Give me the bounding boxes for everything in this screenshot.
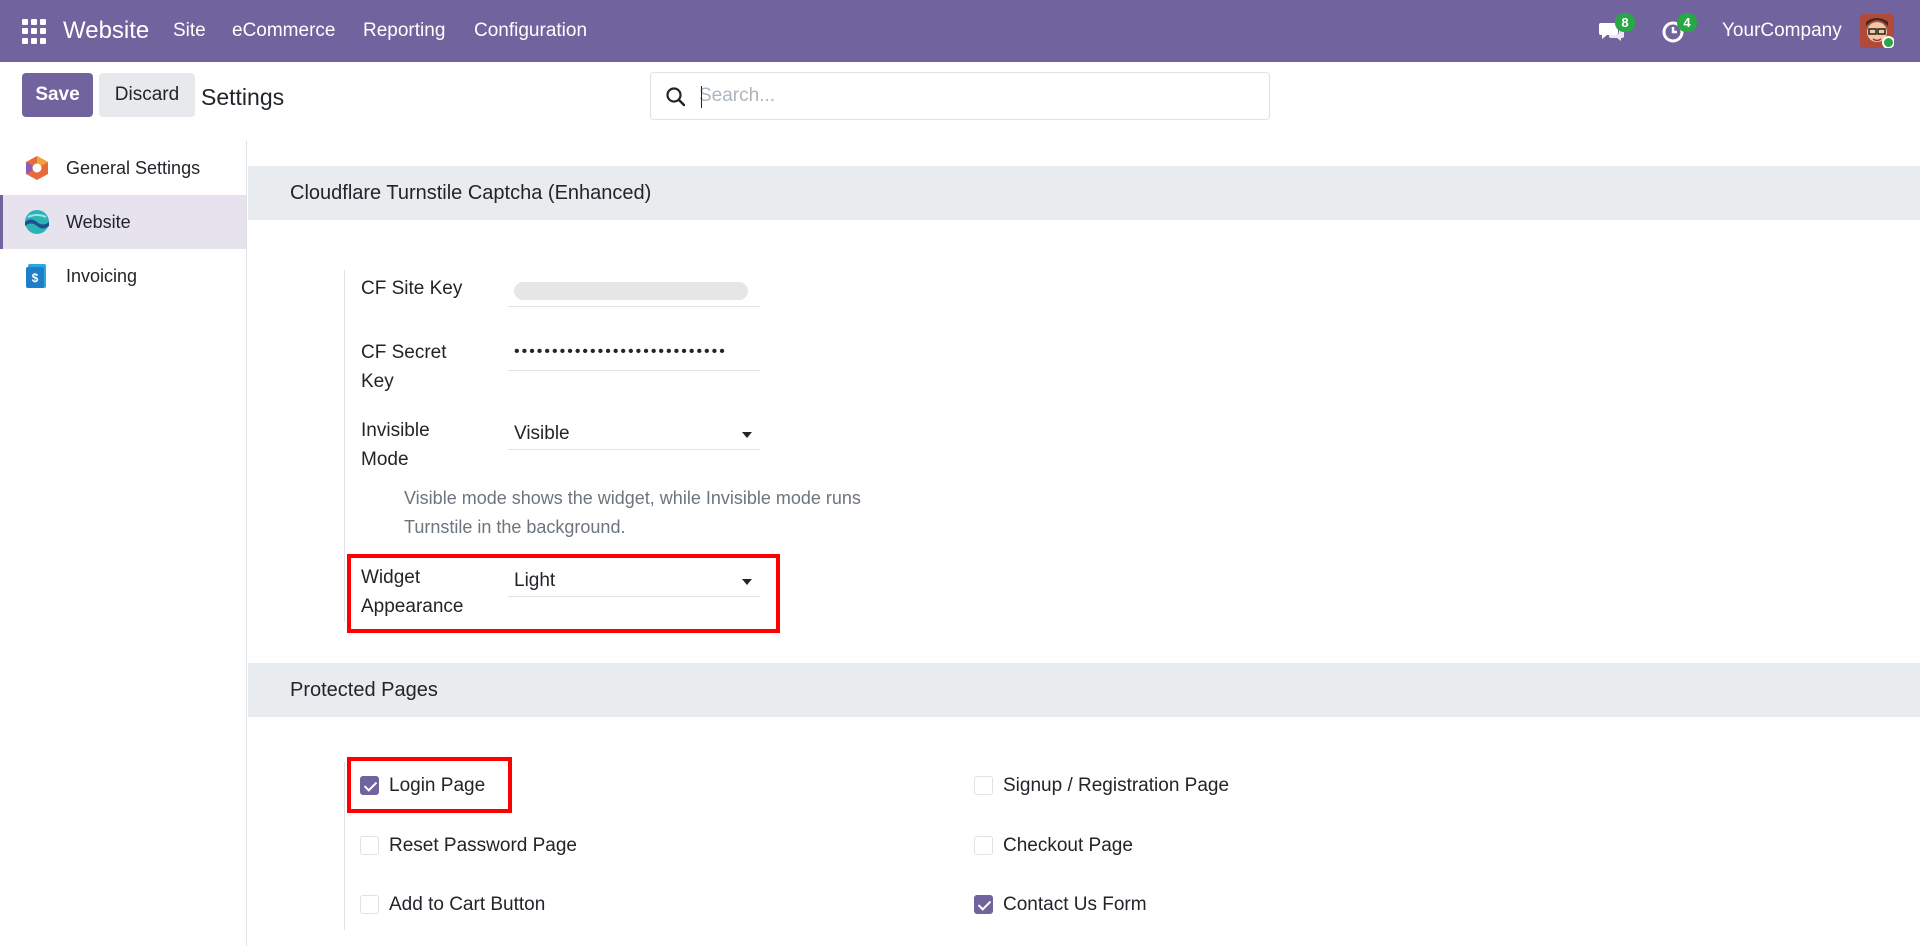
secret-key-value: •••••••••••••••••••••••••••• [514, 343, 727, 360]
invisible-mode-label: Invisible Mode [361, 416, 430, 474]
menu-configuration[interactable]: Configuration [474, 20, 587, 42]
contact-us-checkbox[interactable] [974, 895, 993, 914]
chevron-down-icon [742, 432, 752, 438]
sidebar-item-label: Invoicing [66, 265, 138, 286]
field-group-divider [344, 270, 345, 622]
apps-grid-icon[interactable] [22, 19, 47, 44]
user-avatar[interactable] [1860, 14, 1894, 48]
sidebar-item-general-settings[interactable]: General Settings [0, 141, 246, 195]
invoicing-app-icon: $ [26, 264, 46, 288]
secret-key-label-line2: Key [361, 371, 394, 392]
menu-site[interactable]: Site [173, 20, 206, 42]
invisible-mode-help: Visible mode shows the widget, while Inv… [404, 484, 924, 542]
captcha-section-header: Cloudflare Turnstile Captcha (Enhanced) [248, 166, 1920, 220]
invisible-mode-label-line1: Invisible [361, 420, 430, 441]
text-cursor [701, 86, 702, 108]
site-key-label: CF Site Key [361, 278, 463, 299]
help-text-line2: Turnstile in the background. [404, 517, 626, 537]
general-settings-icon [26, 156, 48, 180]
search-box[interactable] [650, 72, 1270, 120]
invisible-mode-label-line2: Mode [361, 449, 409, 470]
section-title: Protected Pages [290, 679, 438, 701]
checkout-page-label[interactable]: Checkout Page [1003, 835, 1133, 857]
site-key-blurred-value [514, 282, 748, 300]
invisible-mode-select[interactable]: Visible [508, 418, 760, 450]
invisible-mode-value: Visible [514, 423, 570, 444]
sidebar-item-label: Website [66, 211, 131, 232]
reset-password-checkbox[interactable] [360, 836, 379, 855]
top-navbar: Website Site eCommerce Reporting Configu… [0, 0, 1920, 62]
search-input[interactable] [699, 81, 1259, 111]
signup-page-checkbox[interactable] [974, 776, 993, 795]
reset-password-label[interactable]: Reset Password Page [389, 835, 577, 857]
sidebar-item-website[interactable]: Website [0, 195, 246, 249]
highlight-box-appearance [347, 554, 780, 633]
add-to-cart-label[interactable]: Add to Cart Button [389, 894, 545, 916]
menu-ecommerce[interactable]: eCommerce [232, 20, 335, 42]
settings-sidebar: General Settings Website $ Invoicing [0, 141, 247, 946]
discard-button[interactable]: Discard [99, 73, 195, 117]
page-title: Settings [201, 84, 285, 110]
section-title: Cloudflare Turnstile Captcha (Enhanced) [290, 182, 652, 204]
checkout-page-checkbox[interactable] [974, 836, 993, 855]
search-icon [666, 87, 686, 107]
company-switcher[interactable]: YourCompany [1722, 20, 1842, 42]
help-text-line1: Visible mode shows the widget, while Inv… [404, 488, 861, 508]
site-key-field[interactable] [508, 275, 760, 307]
online-status-dot [1882, 36, 1894, 48]
sidebar-item-invoicing[interactable]: $ Invoicing [0, 249, 246, 303]
menu-reporting[interactable]: Reporting [363, 20, 445, 42]
protected-pages-section-header: Protected Pages [248, 663, 1920, 717]
messages-button[interactable]: 8 [1598, 13, 1635, 45]
sidebar-item-label: General Settings [66, 157, 201, 178]
save-button[interactable]: Save [22, 73, 93, 117]
activities-button[interactable]: 4 [1660, 13, 1697, 45]
secret-key-label-line1: CF Secret [361, 342, 447, 363]
add-to-cart-checkbox[interactable] [360, 895, 379, 914]
secret-key-label: CF Secret Key [361, 338, 447, 396]
messages-count-badge: 8 [1615, 13, 1635, 32]
website-app-icon [25, 210, 49, 234]
app-brand[interactable]: Website [63, 17, 149, 45]
signup-page-label[interactable]: Signup / Registration Page [1003, 775, 1229, 797]
svg-text:$: $ [32, 271, 39, 285]
activities-count-badge: 4 [1677, 13, 1697, 32]
secret-key-field[interactable]: •••••••••••••••••••••••••••• [508, 339, 760, 371]
field-group-divider [344, 762, 345, 930]
contact-us-label[interactable]: Contact Us Form [1003, 894, 1147, 916]
highlight-box-login-page [347, 757, 512, 813]
